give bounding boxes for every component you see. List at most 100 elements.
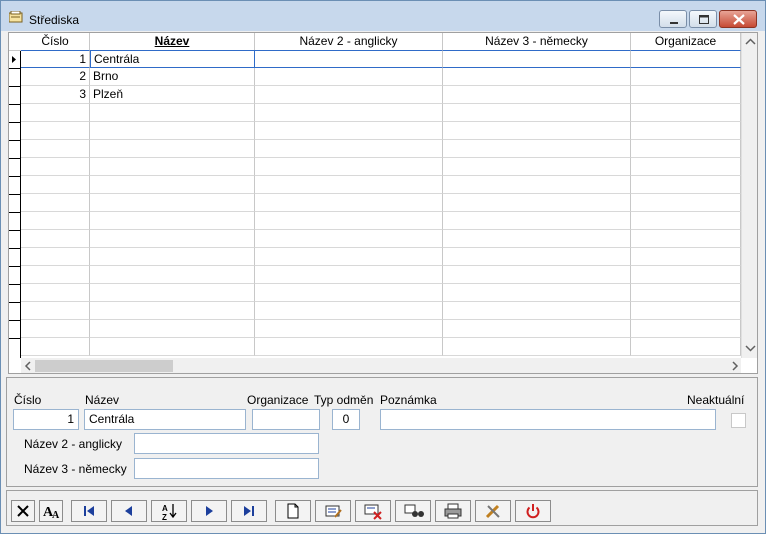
empty-cell [90, 230, 255, 248]
nazev3-label: Název 3 - německy [24, 462, 127, 476]
cell-organizace[interactable] [631, 68, 741, 86]
column-header-nazev3[interactable]: Název 3 - německy [443, 33, 631, 50]
scroll-up-icon[interactable] [743, 35, 758, 49]
delete-record-button[interactable] [355, 500, 391, 522]
last-record-button[interactable] [231, 500, 267, 522]
empty-cell [90, 320, 255, 338]
cell-nazev2[interactable] [255, 50, 443, 68]
poznamka-field[interactable] [380, 409, 716, 430]
empty-cell [21, 176, 90, 194]
table-row[interactable]: 3 Plzeň [9, 86, 741, 104]
empty-cell [443, 212, 631, 230]
nazev3-field[interactable] [134, 458, 319, 479]
empty-cell [90, 104, 255, 122]
column-header-cislo[interactable]: Číslo [21, 33, 90, 50]
empty-cell [631, 122, 741, 140]
empty-cell [255, 230, 443, 248]
close-icon [17, 505, 29, 517]
nazev2-field[interactable] [134, 433, 319, 454]
first-record-button[interactable] [71, 500, 107, 522]
vertical-scrollbar[interactable] [741, 33, 758, 358]
table-row[interactable]: 1 Centrála [9, 50, 741, 68]
empty-cell [21, 158, 90, 176]
cell-cislo[interactable]: 2 [21, 68, 90, 86]
font-button[interactable]: AA [39, 500, 63, 522]
cell-nazev[interactable]: Plzeň [90, 86, 255, 104]
app-icon [9, 11, 23, 23]
scroll-down-icon[interactable] [743, 341, 758, 355]
new-record-icon [287, 503, 299, 519]
empty-cell [90, 158, 255, 176]
empty-cell [255, 320, 443, 338]
cislo-field[interactable]: 1 [13, 409, 79, 430]
cell-cislo[interactable]: 3 [21, 86, 90, 104]
cancel-button[interactable] [11, 500, 35, 522]
empty-cell [255, 212, 443, 230]
find-button[interactable] [395, 500, 431, 522]
cell-nazev[interactable]: Brno [90, 68, 255, 86]
horizontal-scroll-thumb[interactable] [35, 360, 173, 372]
new-record-button[interactable] [275, 500, 311, 522]
tools-button[interactable] [475, 500, 511, 522]
empty-table-row [9, 212, 741, 230]
previous-record-icon [125, 506, 132, 516]
empty-cell [90, 176, 255, 194]
scroll-right-icon[interactable] [729, 358, 741, 374]
cell-nazev2[interactable] [255, 68, 443, 86]
empty-cell [255, 122, 443, 140]
scroll-left-icon[interactable] [22, 358, 34, 374]
empty-cell [90, 284, 255, 302]
column-header-organizace[interactable]: Organizace [631, 33, 741, 50]
typ-odmen-field[interactable]: 0 [332, 409, 360, 430]
cell-nazev-editor[interactable]: Centrála [90, 50, 255, 68]
exit-button[interactable] [515, 500, 551, 522]
first-record-icon [84, 506, 94, 516]
maximize-button[interactable] [689, 10, 717, 28]
empty-cell [631, 104, 741, 122]
table-row[interactable]: 2 Brno [9, 68, 741, 86]
empty-cell [90, 266, 255, 284]
empty-cell [443, 320, 631, 338]
nazev-field[interactable]: Centrála [84, 409, 246, 430]
empty-table-row [9, 320, 741, 338]
empty-table-row [9, 158, 741, 176]
cell-organizace[interactable] [631, 50, 741, 68]
empty-cell [21, 284, 90, 302]
cell-nazev2[interactable] [255, 86, 443, 104]
print-button[interactable] [435, 500, 471, 522]
horizontal-scrollbar[interactable] [21, 358, 741, 374]
cislo-label: Číslo [14, 393, 42, 407]
minimize-button[interactable] [659, 10, 687, 28]
empty-cell [21, 122, 90, 140]
empty-cell [255, 158, 443, 176]
svg-text:A: A [162, 504, 168, 513]
empty-cell [255, 176, 443, 194]
empty-cell [631, 284, 741, 302]
empty-cell [21, 230, 90, 248]
close-window-button[interactable] [719, 10, 757, 28]
data-grid[interactable]: Číslo Název Název 2 - anglicky Název 3 -… [8, 32, 758, 374]
title-bar[interactable]: Střediska [1, 1, 765, 31]
empty-cell [255, 338, 443, 356]
edit-record-button[interactable] [315, 500, 351, 522]
organizace-field[interactable] [252, 409, 320, 430]
neaktualni-checkbox[interactable] [731, 413, 746, 428]
font-icon: AA [43, 505, 60, 521]
cell-nazev3[interactable] [443, 86, 631, 104]
empty-cell [255, 266, 443, 284]
sort-az-icon: AZ [162, 504, 177, 521]
next-record-button[interactable] [191, 500, 227, 522]
cell-cislo[interactable]: 1 [21, 50, 90, 68]
empty-cell [21, 212, 90, 230]
cell-nazev3[interactable] [443, 50, 631, 68]
column-header-nazev[interactable]: Název [90, 33, 255, 50]
nazev2-label: Název 2 - anglicky [24, 437, 123, 451]
empty-table-row [9, 284, 741, 302]
empty-cell [21, 266, 90, 284]
cell-organizace[interactable] [631, 86, 741, 104]
toolbar: AA AZ [6, 490, 758, 526]
column-header-nazev2[interactable]: Název 2 - anglicky [255, 33, 443, 50]
sort-button[interactable]: AZ [151, 500, 187, 522]
previous-record-button[interactable] [111, 500, 147, 522]
cell-nazev3[interactable] [443, 68, 631, 86]
